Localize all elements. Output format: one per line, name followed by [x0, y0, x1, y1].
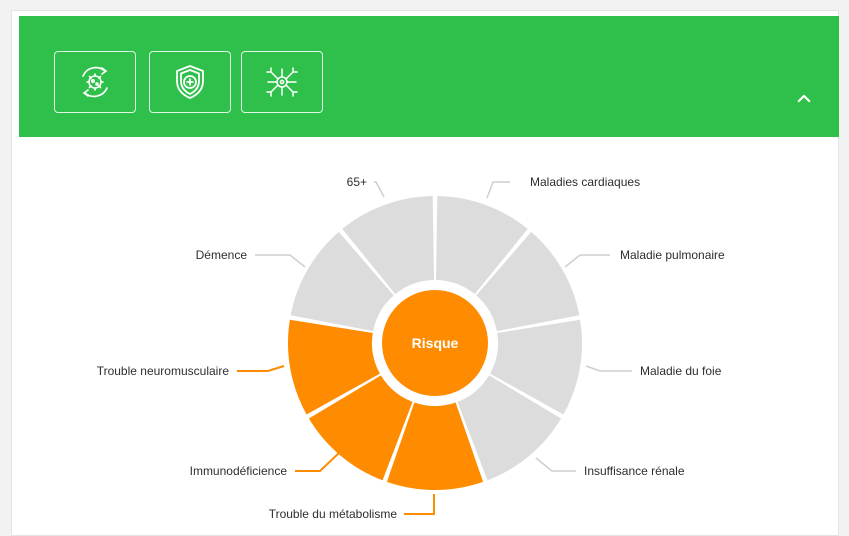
- leader-line-maladie-pulmonaire: [564, 254, 610, 268]
- leader-line-demence: [255, 254, 306, 268]
- leader-line-maladie-du-foie: [585, 365, 632, 372]
- risk-center-label: Risque: [412, 335, 459, 351]
- leader-line-trouble-du-metabolisme: [404, 494, 435, 515]
- leader-line-65: [374, 181, 385, 198]
- leader-line-immunodeficience: [295, 451, 341, 472]
- leader-line-maladies-cardiaques: [486, 181, 510, 199]
- label-maladies-cardiaques: Maladies cardiaques: [530, 175, 640, 189]
- label-immunodeficience: Immunodéficience: [190, 464, 288, 478]
- label-trouble-neuromusculaire: Trouble neuromusculaire: [97, 364, 230, 378]
- leader-line-trouble-neuromusculaire: [237, 365, 285, 372]
- label-trouble-du-metabolisme: Trouble du métabolisme: [269, 507, 398, 521]
- leader-line-insuffisance-renale: [535, 457, 576, 472]
- risk-wheel: Maladies cardiaques Maladie pulmonaire Mal…: [97, 175, 725, 521]
- label-65: 65+: [347, 175, 367, 189]
- label-demence: Démence: [196, 248, 248, 262]
- label-maladie-pulmonaire: Maladie pulmonaire: [620, 248, 725, 262]
- label-maladie-du-foie: Maladie du foie: [640, 364, 722, 378]
- label-insuffisance-renale: Insuffisance rénale: [584, 464, 685, 478]
